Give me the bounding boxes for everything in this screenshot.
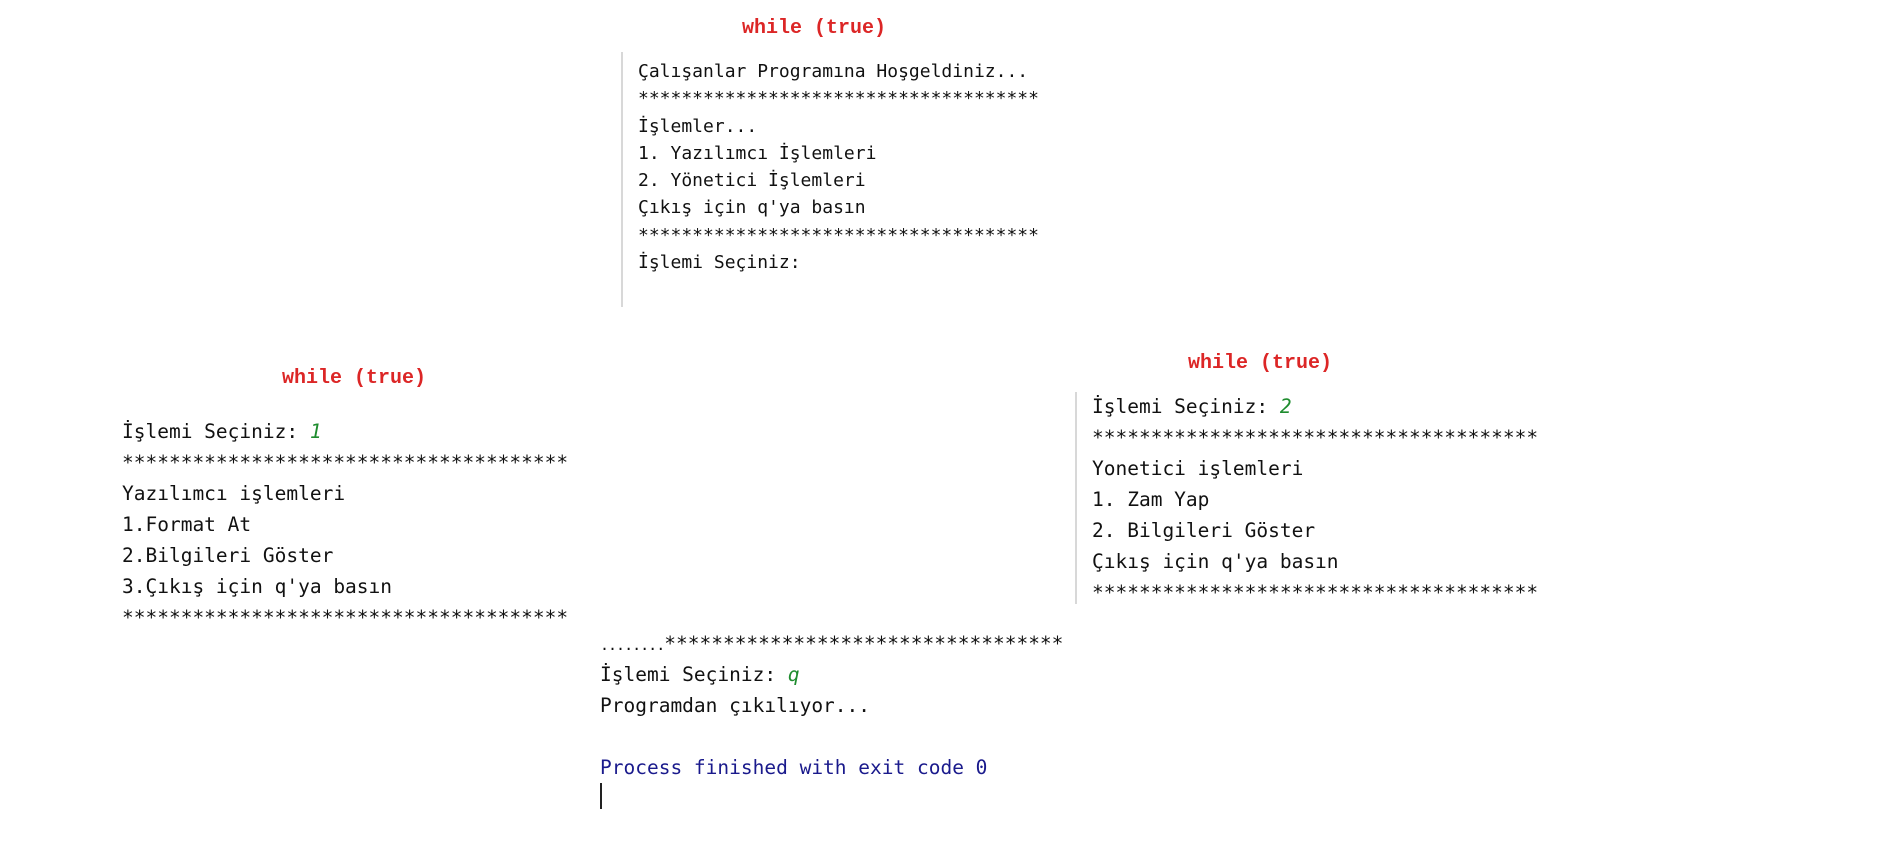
text-cursor[interactable]	[600, 783, 602, 809]
welcome-line: Çalışanlar Programına Hoşgeldiniz...	[638, 61, 1029, 82]
quit-hint: Çıkış için q'ya basın	[1092, 550, 1339, 573]
separator-line: **************************************	[122, 606, 569, 629]
separator-line: *************************************	[638, 224, 1039, 246]
menu-option-manager: 2. Yönetici İşlemleri	[638, 170, 866, 192]
bottom-console-output: ........********************************…	[600, 628, 1063, 783]
quit-hint: Çıkış için q'ya basın	[638, 197, 866, 219]
prompt-label: İşlemi Seçiniz:	[122, 420, 310, 443]
menu-option-raise: 1. Zam Yap	[1092, 488, 1210, 511]
input-value: 2	[1279, 395, 1292, 418]
input-value: 1	[309, 420, 322, 443]
select-prompt: İşlemi Seçiniz: q	[600, 659, 1063, 690]
top-while-heading: while (true)	[742, 17, 887, 40]
select-prompt: İşlemi Seçiniz: 2	[1092, 391, 1538, 422]
right-while-heading: while (true)	[1188, 352, 1333, 375]
left-console-output: İşlemi Seçiniz: 1 **********************…	[122, 416, 568, 633]
prompt-label: İşlemi Seçiniz:	[1092, 395, 1280, 418]
top-panel-rule	[621, 52, 623, 307]
stars: **********************************	[664, 632, 1064, 655]
menu-option-format: 1.Format At	[122, 513, 252, 536]
prompt-label: İşlemi Seçiniz:	[600, 663, 788, 686]
menu-option-developer: 1. Yazılımcı İşlemleri	[638, 142, 877, 164]
right-console-output: İşlemi Seçiniz: 2 **********************…	[1092, 391, 1538, 608]
separator-line: **************************************	[122, 451, 569, 474]
menu-option-show-info: 2. Bilgileri Göster	[1092, 519, 1316, 542]
right-panel-rule	[1075, 392, 1077, 604]
menu-option-quit: 3.Çıkış için q'ya basın	[122, 575, 393, 598]
operations-title: İşlemler...	[638, 115, 758, 137]
separator-line: *************************************	[638, 88, 1039, 110]
manager-operations-title: Yonetici işlemleri	[1092, 457, 1304, 480]
select-prompt: İşlemi Seçiniz:	[638, 252, 801, 274]
separator-line: ........********************************…	[600, 628, 1063, 659]
left-while-heading: while (true)	[282, 367, 427, 390]
top-console-output: Çalışanlar Programına Hoşgeldiniz... ***…	[638, 58, 1039, 276]
input-value: q	[787, 663, 800, 686]
developer-operations-title: Yazılımcı işlemleri	[122, 482, 346, 505]
process-finished-message: Process finished with exit code 0	[600, 756, 988, 779]
exit-message: Programdan çıkılıyor...	[600, 694, 871, 717]
separator-line: **************************************	[1092, 581, 1539, 604]
select-prompt: İşlemi Seçiniz: 1	[122, 416, 568, 447]
ellipsis-dots: ........	[600, 636, 665, 654]
menu-option-show-info: 2.Bilgileri Göster	[122, 544, 334, 567]
separator-line: **************************************	[1092, 426, 1539, 449]
